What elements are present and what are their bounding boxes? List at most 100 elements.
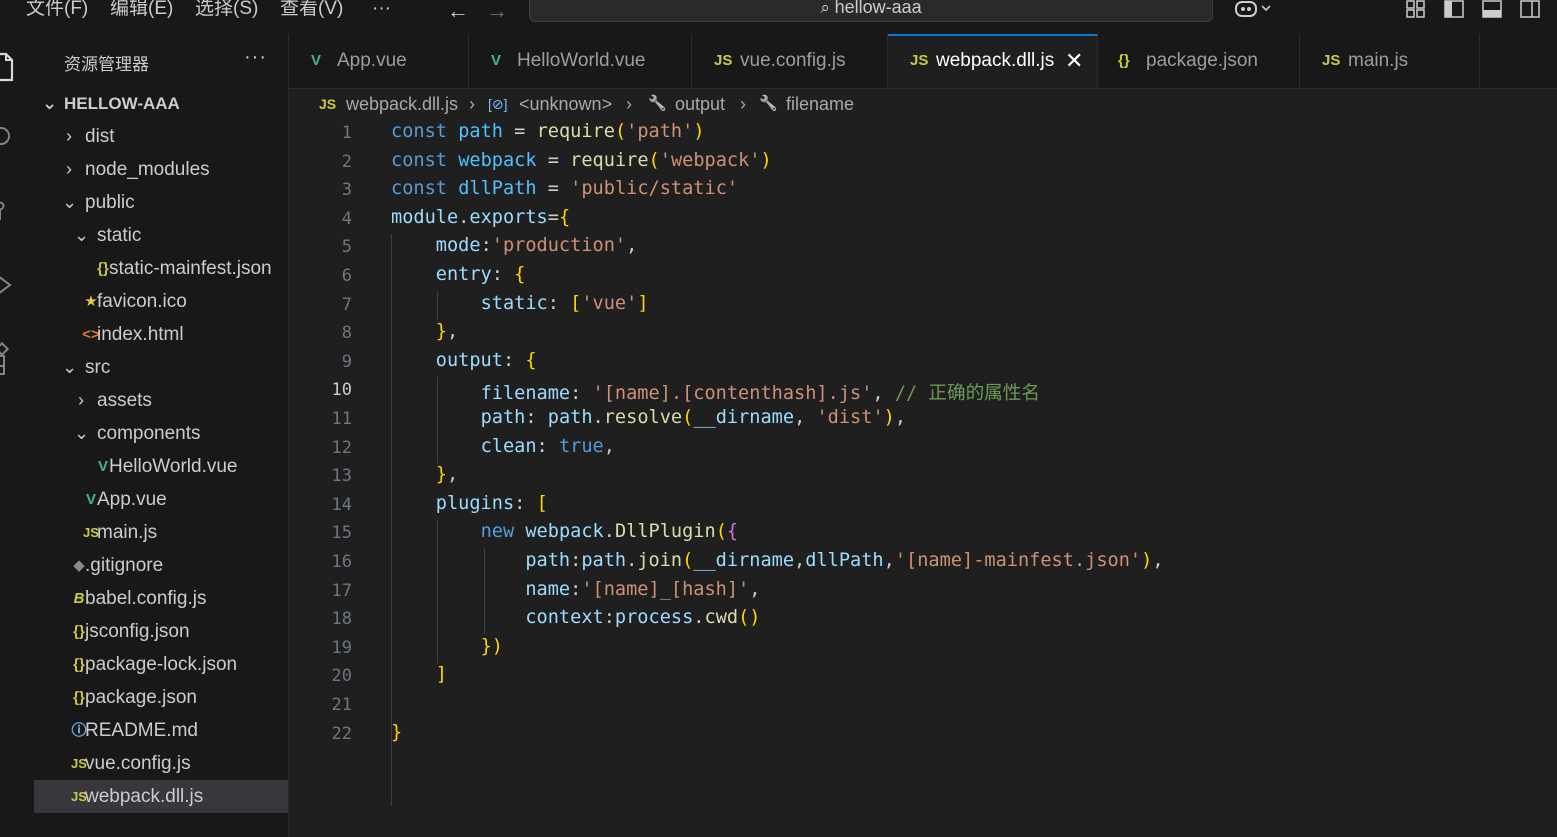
line-number: 8 [341, 323, 352, 344]
tab-vue-config-js[interactable]: JS vue.config.js [692, 34, 888, 88]
tab-helloworld-vue[interactable]: V HelloWorld.vue [469, 34, 692, 88]
breadcrumb-separator: › [740, 94, 746, 114]
tree-item-label: main.js [97, 522, 158, 543]
tree-folder[interactable]: ⌄ public [34, 186, 288, 219]
code-line[interactable]: module.exports={ [391, 207, 570, 228]
chevron-right-icon: › [66, 126, 72, 146]
run-debug-icon[interactable] [0, 270, 16, 300]
tree-file[interactable]: <> index.html [34, 318, 288, 351]
vue-file-icon: V [311, 52, 322, 69]
tree-folder[interactable]: › dist [34, 120, 288, 153]
code-editor[interactable]: 1 2 3 4 5 6 7 8 9 10 11 12 13 14 15 16 17 18 19 20 21 22 cons… [289, 120, 1557, 837]
back-arrow-icon[interactable]: ← [447, 0, 469, 24]
line-number: 3 [341, 180, 352, 201]
breadcrumb-unknown[interactable]: <unknown> [519, 88, 612, 120]
code-line[interactable]: path: path.resolve(__dirname, 'dist'), [391, 407, 906, 428]
command-center-search[interactable]: ⌕ hellow-aaa [529, 0, 1213, 22]
tree-item-label: components [97, 423, 201, 444]
tree-item-label: static-mainfest.json [109, 258, 272, 279]
chevron-down-icon: ⌄ [74, 225, 90, 245]
tree-file[interactable]: ⓘ README.md [34, 714, 288, 747]
js-file-icon: JS [714, 52, 733, 69]
tab-package-json[interactable]: {} package.json [1098, 34, 1300, 88]
tree-file[interactable]: V App.vue [34, 483, 288, 516]
code-line[interactable]: filename: '[name].[contenthash].js', // … [391, 378, 1040, 405]
tree-file[interactable]: {} package.json [34, 681, 288, 714]
tree-file[interactable]: {} static-mainfest.json [34, 252, 288, 285]
code-line[interactable]: }) [391, 636, 503, 657]
menu-file[interactable]: 文件(F) [26, 0, 88, 22]
workspace-root[interactable]: ⌄ HELLOW-AAA [34, 87, 288, 120]
code-line[interactable]: context:process.cwd() [391, 607, 760, 628]
code-line[interactable]: output: { [391, 350, 537, 371]
tree-file[interactable]: Bbabel.config.js [34, 582, 288, 615]
code-line[interactable]: static: ['vue'] [391, 293, 649, 314]
code-line[interactable]: }, [391, 464, 458, 485]
tab-webpack-dll-js[interactable]: JS webpack.dll.js ✕ [888, 34, 1098, 88]
code-line[interactable]: }, [391, 321, 458, 342]
code-line[interactable]: new webpack.DllPlugin({ [391, 521, 739, 542]
code-line[interactable]: clean: true, [391, 436, 615, 457]
code-line[interactable]: ] [391, 664, 447, 685]
line-number: 19 [331, 637, 352, 658]
code-line[interactable]: const path = require('path') [391, 121, 705, 142]
line-number: 22 [331, 723, 352, 744]
search-icon[interactable] [0, 124, 16, 150]
line-number: 11 [331, 409, 352, 429]
tree-file[interactable]: ◆ .gitignore [34, 549, 288, 582]
toggle-primary-sidebar-icon[interactable] [1444, 0, 1464, 18]
copilot-icon[interactable] [1234, 0, 1274, 18]
line-number: 18 [331, 609, 352, 630]
tree-file[interactable]: JS vue.config.js [34, 747, 288, 780]
code-line[interactable]: const dllPath = 'public/static' [391, 178, 738, 199]
tree-item-label: dist [85, 126, 115, 147]
vue-file-icon: V [491, 52, 502, 69]
menu-selection[interactable]: 选择(S) [195, 0, 258, 22]
explorer-icon[interactable] [0, 52, 16, 82]
tree-folder[interactable]: ⌄ src [34, 351, 288, 384]
code-line[interactable]: mode:'production', [391, 235, 638, 256]
customize-layout-icon[interactable] [1406, 0, 1426, 18]
code-line[interactable]: } [391, 722, 402, 743]
menu-more[interactable]: ··· [372, 0, 391, 22]
editor-tab-bar: V App.vue V HelloWorld.vue JS vue.config… [289, 34, 1557, 89]
tree-file[interactable]: V HelloWorld.vue [34, 450, 288, 483]
tree-folder[interactable]: ⌄ components [34, 417, 288, 450]
breadcrumb-file[interactable]: webpack.dll.js [346, 88, 458, 120]
close-tab-icon[interactable]: ✕ [1065, 36, 1083, 86]
tree-folder[interactable]: › node_modules [34, 153, 288, 186]
tree-file[interactable]: JS webpack.dll.js [34, 780, 288, 813]
menu-edit[interactable]: 编辑(E) [110, 0, 173, 22]
search-icon: ⌕ [820, 0, 835, 17]
symbol-variable-icon: [⊘] [488, 96, 508, 112]
breadcrumb-filename[interactable]: filename [786, 88, 854, 120]
tree-folder[interactable]: ⌄ static [34, 219, 288, 252]
tree-item-label: package-lock.json [85, 654, 238, 675]
line-number: 9 [341, 351, 352, 372]
toggle-secondary-sidebar-icon[interactable] [1520, 0, 1540, 18]
source-control-icon[interactable] [0, 198, 16, 224]
tree-item-label: babel.config.js [85, 588, 207, 609]
extensions-icon[interactable] [0, 342, 16, 376]
code-line[interactable]: name:'[name]_[hash]', [391, 579, 760, 600]
tree-file[interactable]: {} package-lock.json [34, 648, 288, 681]
code-line[interactable]: entry: { [391, 264, 526, 285]
forward-arrow-icon[interactable]: → [486, 0, 508, 24]
wrench-icon: 🔧 [759, 95, 778, 112]
tab-main-js[interactable]: JS main.js [1300, 34, 1480, 88]
tree-folder[interactable]: › assets [34, 384, 288, 417]
tree-file[interactable]: ★ favicon.ico [34, 285, 288, 318]
line-number: 1 [341, 123, 352, 143]
tree-file[interactable]: {} jsconfig.json [34, 615, 288, 648]
tab-app-vue[interactable]: V App.vue [289, 34, 469, 88]
chevron-down-icon: ⌄ [74, 423, 90, 443]
explorer-more-button[interactable]: ··· [244, 46, 267, 69]
code-line[interactable]: plugins: [ [391, 493, 548, 514]
menu-view[interactable]: 查看(V) [280, 0, 343, 22]
toggle-panel-icon[interactable] [1482, 0, 1502, 18]
breadcrumb-separator: › [626, 94, 632, 114]
breadcrumb-output[interactable]: output [675, 88, 725, 120]
tree-file[interactable]: JS main.js [34, 516, 288, 549]
code-line[interactable]: const webpack = require('webpack') [391, 150, 772, 171]
code-line[interactable]: path:path.join(__dirname,dllPath,'[name]… [391, 550, 1163, 571]
